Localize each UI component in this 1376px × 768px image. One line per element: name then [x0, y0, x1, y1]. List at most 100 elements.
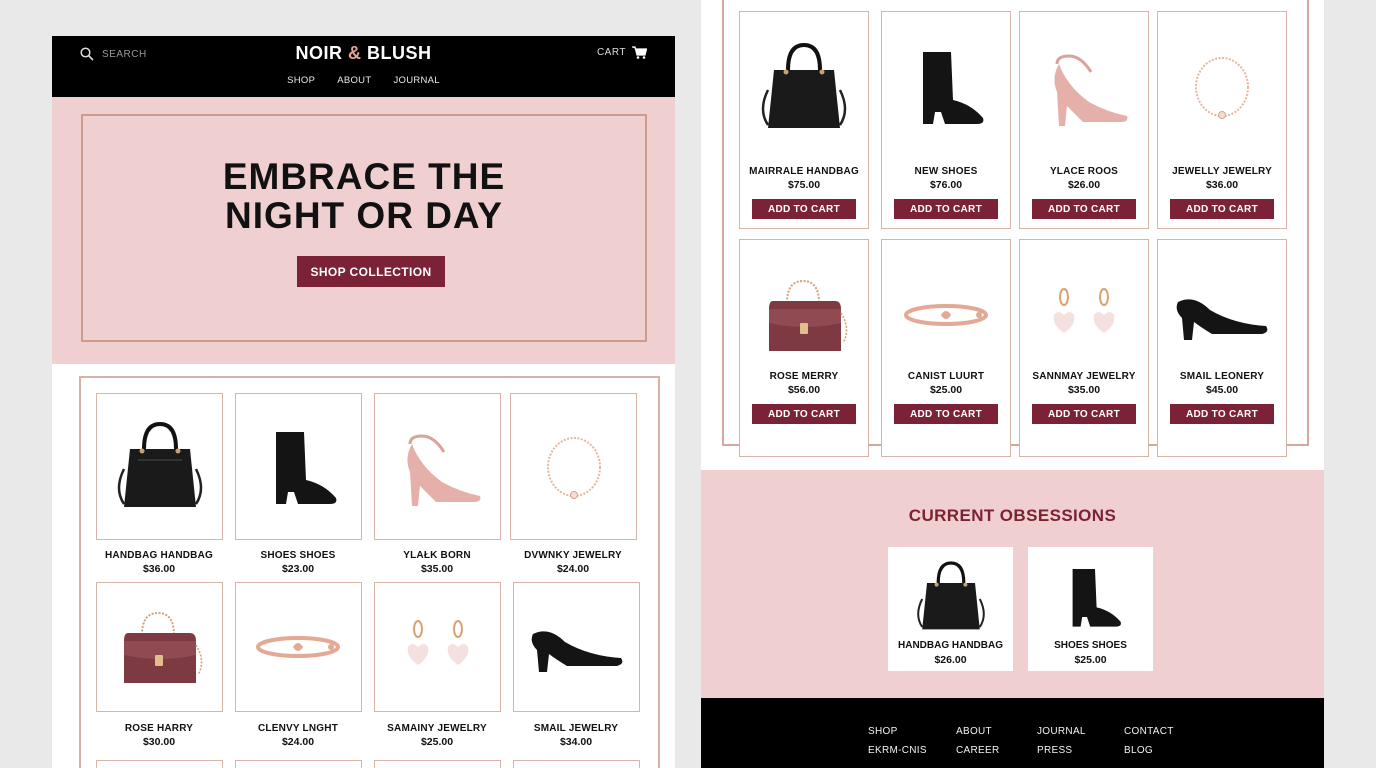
footer-link-contact[interactable]: CONTACT: [1124, 722, 1174, 741]
product-image[interactable]: [1158, 12, 1286, 162]
black-boot-icon: [275, 431, 336, 504]
product-price: $24.00: [556, 563, 590, 575]
product-card-image[interactable]: [374, 582, 501, 712]
product-card[interactable]: NEW SHOES $76.00 ADD TO CART: [881, 11, 1011, 229]
add-to-cart-button[interactable]: ADD TO CART: [894, 404, 998, 424]
burgundy-bag-icon: [124, 611, 203, 683]
footer-link-press[interactable]: PRESS: [1037, 741, 1086, 760]
bangle-icon: [256, 636, 340, 658]
add-to-cart-button[interactable]: ADD TO CART: [752, 199, 856, 219]
product-name[interactable]: JEWELLY JEWELRY: [1158, 166, 1286, 177]
product-card[interactable]: SANNMAY JEWELRY $35.00 ADD TO CART: [1019, 239, 1149, 457]
hero-title-line1: EMBRACE THE: [222, 156, 506, 197]
product-name[interactable]: NEW SHOES: [882, 166, 1010, 177]
footer-link-journal[interactable]: JOURNAL: [1037, 722, 1086, 741]
nav-item-about[interactable]: ABOUT: [337, 75, 371, 86]
nav-item-shop[interactable]: SHOP: [287, 75, 315, 86]
product-card-image[interactable]: [374, 760, 501, 768]
footer-link-career[interactable]: CAREER: [956, 741, 999, 760]
product-image[interactable]: [740, 12, 868, 162]
product-name[interactable]: HANDBAG HANDBAG: [84, 550, 234, 561]
current-obsessions-section: CURRENT OBSESSIONS HANDBAG HANDBAG $26.0…: [701, 470, 1324, 698]
black-handbag-icon: [761, 42, 847, 128]
black-pump-icon: [531, 630, 622, 672]
product-card[interactable]: MAIRRALE HANDBAG $75.00 ADD TO CART: [739, 11, 869, 229]
product-price: $56.00: [787, 384, 821, 396]
product-image[interactable]: [882, 240, 1010, 390]
product-name[interactable]: YLAŁK BORN: [362, 550, 512, 561]
hero-section: EMBRACE THE NIGHT OR DAY SHOP COLLECTION: [52, 97, 675, 364]
product-card-image[interactable]: [513, 760, 640, 768]
product-name[interactable]: ROSE HARRY: [84, 723, 234, 734]
bracelet-icon: [546, 436, 601, 499]
add-to-cart-button[interactable]: ADD TO CART: [894, 199, 998, 219]
product-image[interactable]: [740, 240, 868, 390]
product-name[interactable]: CLENVY LNGHT: [223, 723, 373, 734]
product-image[interactable]: [1158, 240, 1286, 390]
hero-frame: EMBRACE THE NIGHT OR DAY SHOP COLLECTION: [81, 114, 647, 342]
product-name[interactable]: ROSE MERRY: [740, 371, 868, 382]
site-header: SEARCH NOIR & BLUSH CART SHOP ABOUT JOUR…: [52, 36, 675, 97]
nav-item-journal[interactable]: JOURNAL: [393, 75, 439, 86]
product-price: $26.00: [934, 654, 967, 666]
featured-product-card[interactable]: HANDBAG HANDBAG $26.00: [888, 547, 1013, 671]
hero-title: EMBRACE THE NIGHT OR DAY: [83, 157, 645, 235]
product-card-image[interactable]: [513, 582, 640, 712]
product-card-image[interactable]: [96, 760, 223, 768]
product-card[interactable]: SMAIL LEONERY $45.00 ADD TO CART: [1157, 239, 1287, 457]
product-name[interactable]: HANDBAG HANDBAG: [888, 640, 1013, 651]
product-name[interactable]: DVWNKY JEWELRY: [498, 550, 648, 561]
cart-link[interactable]: CART: [597, 46, 647, 59]
product-card-image[interactable]: [96, 582, 223, 712]
product-name[interactable]: CANIST LUURT: [882, 371, 1010, 382]
product-card[interactable]: JEWELLY JEWELRY $36.00 ADD TO CART: [1157, 11, 1287, 229]
add-to-cart-button[interactable]: ADD TO CART: [1032, 404, 1136, 424]
cart-label: CART: [596, 47, 626, 58]
product-card-image[interactable]: [235, 582, 362, 712]
black-handbag-icon: [916, 561, 985, 630]
footer-link-blog[interactable]: BLOG: [1124, 741, 1174, 760]
product-card-image[interactable]: [510, 393, 637, 540]
add-to-cart-button[interactable]: ADD TO CART: [1170, 404, 1274, 424]
product-card-image[interactable]: [235, 393, 362, 540]
logo-part2: BLUSH: [367, 43, 432, 63]
heart-earrings-icon: [407, 620, 468, 665]
site-logo[interactable]: NOIR & BLUSH: [52, 43, 675, 64]
footer-link-about[interactable]: ABOUT: [956, 722, 999, 741]
left-page-preview: SEARCH NOIR & BLUSH CART SHOP ABOUT JOUR…: [52, 36, 675, 768]
pink-pump-icon: [1053, 54, 1127, 126]
add-to-cart-button[interactable]: ADD TO CART: [1170, 199, 1274, 219]
product-name[interactable]: SAMAINY JEWELRY: [362, 723, 512, 734]
footer-link-shop[interactable]: SHOP: [868, 722, 927, 741]
footer-column: ABOUT CAREER: [956, 722, 999, 760]
product-name[interactable]: MAIRRALE HANDBAG: [740, 166, 868, 177]
product-card-image[interactable]: [235, 760, 362, 768]
product-image[interactable]: [1028, 555, 1153, 639]
product-name[interactable]: SMAIL JEWELRY: [501, 723, 651, 734]
product-name[interactable]: YLACE ROOS: [1020, 166, 1148, 177]
black-boot-icon: [1072, 569, 1121, 627]
product-card[interactable]: CANIST LUURT $25.00 ADD TO CART: [881, 239, 1011, 457]
product-card-image[interactable]: [96, 393, 223, 540]
product-image[interactable]: [882, 12, 1010, 162]
product-image[interactable]: [888, 555, 1013, 639]
footer-link-ekrm-cnis[interactable]: EKRM-CNIS: [868, 741, 927, 760]
product-name[interactable]: SHOES SHOES: [223, 550, 373, 561]
featured-product-card[interactable]: SHOES SHOES $25.00: [1028, 547, 1153, 671]
product-price: $25.00: [420, 736, 454, 748]
product-name[interactable]: SMAIL LEONERY: [1158, 371, 1286, 382]
burgundy-bag-icon: [768, 279, 847, 351]
product-price: $34.00: [559, 736, 593, 748]
product-name[interactable]: SANNMAY JEWELRY: [1020, 371, 1148, 382]
product-card[interactable]: YLACE ROOS $26.00 ADD TO CART: [1019, 11, 1149, 229]
add-to-cart-button[interactable]: ADD TO CART: [752, 404, 856, 424]
product-name[interactable]: SHOES SHOES: [1028, 640, 1153, 651]
shop-collection-button[interactable]: SHOP COLLECTION: [297, 256, 445, 287]
product-card-image[interactable]: [374, 393, 501, 540]
right-page-preview: MAIRRALE HANDBAG $75.00 ADD TO CART NEW …: [701, 0, 1324, 768]
product-card[interactable]: ROSE MERRY $56.00 ADD TO CART: [739, 239, 869, 457]
bangle-icon: [903, 304, 988, 326]
add-to-cart-button[interactable]: ADD TO CART: [1032, 199, 1136, 219]
product-image[interactable]: [1020, 240, 1148, 390]
product-image[interactable]: [1020, 12, 1148, 162]
